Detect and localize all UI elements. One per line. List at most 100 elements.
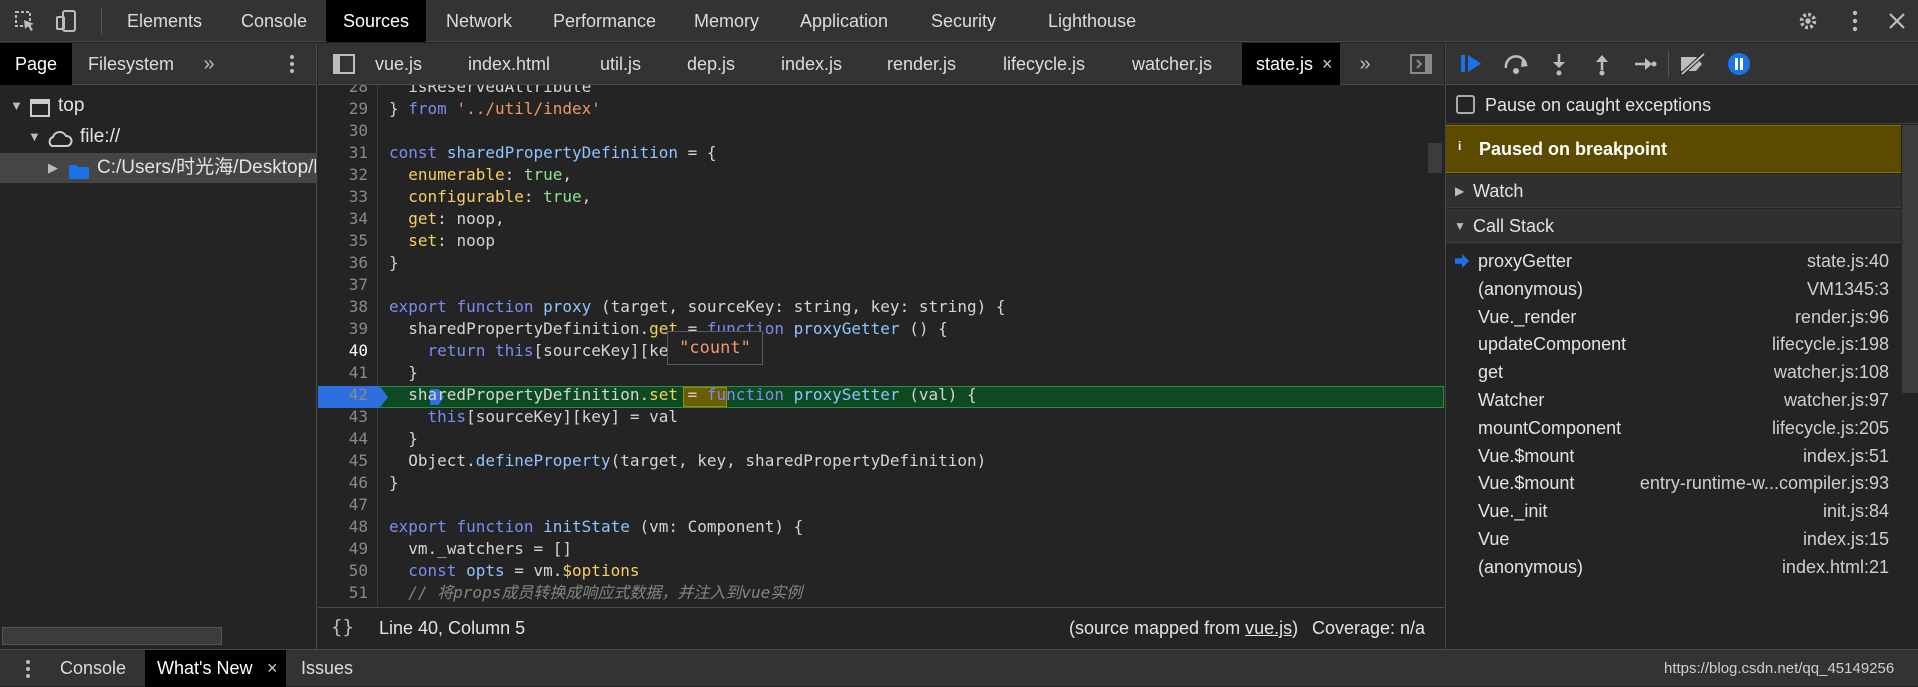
tab-sources[interactable]: Sources — [326, 0, 426, 42]
line-number[interactable]: 48 — [318, 516, 378, 538]
more-tabs-chevron-icon[interactable]: » — [1354, 53, 1376, 75]
tab-lighthouse[interactable]: Lighthouse — [1048, 0, 1136, 42]
line-number[interactable]: 50 — [318, 560, 378, 582]
tab-elements[interactable]: Elements — [127, 0, 202, 42]
line-number[interactable]: 39 — [318, 318, 378, 340]
code-line[interactable]: sharedPropertyDefinition.set = function … — [389, 384, 976, 406]
code-line[interactable]: set: noop — [389, 230, 495, 252]
code-line[interactable]: export function initState (vm: Component… — [389, 516, 803, 538]
toggle-debugger-icon[interactable] — [1408, 53, 1434, 75]
step-icon[interactable] — [1632, 51, 1658, 77]
tab-performance[interactable]: Performance — [553, 0, 656, 42]
source-mapped-link[interactable]: vue.js — [1245, 618, 1292, 638]
code-line[interactable]: } — [389, 362, 418, 384]
code-line[interactable]: // 将props成员转换成响应式数据，并注入到vue实例 — [389, 582, 802, 604]
collapse-arrow-icon[interactable]: ▶ — [48, 153, 58, 183]
pause-on-caught-row[interactable]: Pause on caught exceptions — [1446, 86, 1918, 124]
call-stack-section-header[interactable]: ▼ Call Stack — [1446, 209, 1901, 243]
tab-application[interactable]: Application — [800, 0, 888, 42]
line-number[interactable]: 29 — [318, 98, 378, 120]
line-number[interactable]: 46 — [318, 472, 378, 494]
code-line[interactable]: this[sourceKey][key] = val — [389, 406, 678, 428]
close-icon[interactable] — [1884, 8, 1910, 34]
file-tab[interactable]: watcher.js — [1132, 43, 1212, 85]
drawer-tab-console[interactable]: Console — [60, 650, 126, 687]
step-over-icon[interactable] — [1502, 51, 1532, 77]
horizontal-scrollbar[interactable] — [2, 627, 222, 645]
tree-item-file[interactable]: ▼ file:// — [0, 122, 316, 152]
code-line[interactable]: enumerable: true, — [389, 164, 572, 186]
expand-arrow-icon[interactable]: ▼ — [28, 122, 41, 152]
line-number[interactable]: 36 — [318, 252, 378, 274]
file-tab[interactable]: util.js — [600, 43, 641, 85]
pretty-print-icon[interactable]: {} — [331, 616, 354, 638]
toggle-navigator-icon[interactable] — [332, 53, 356, 75]
code-line[interactable]: const opts = vm.$options — [389, 560, 639, 582]
tab-console[interactable]: Console — [241, 0, 307, 42]
tab-security[interactable]: Security — [931, 0, 996, 42]
inspect-element-icon[interactable] — [10, 6, 40, 36]
line-number[interactable]: 42 — [318, 384, 378, 406]
drawer-tab-whats-new[interactable]: What's New × — [145, 650, 286, 687]
code-line[interactable]: export function proxy (target, sourceKey… — [389, 296, 1006, 318]
more-tabs-chevron-icon[interactable]: » — [198, 53, 220, 75]
line-number[interactable]: 40 — [318, 340, 378, 362]
code-line[interactable]: get: noop, — [389, 208, 504, 230]
vertical-scrollbar-thumb[interactable] — [1902, 125, 1918, 393]
code-line[interactable]: } from '../util/index' — [389, 98, 601, 120]
code-line[interactable]: configurable: true, — [389, 186, 591, 208]
line-number[interactable]: 45 — [318, 450, 378, 472]
pause-on-exceptions-icon[interactable] — [1726, 51, 1752, 77]
file-tab[interactable]: dep.js — [687, 43, 735, 85]
code-line[interactable]: isReservedAttribute — [389, 85, 591, 98]
resume-icon[interactable] — [1458, 51, 1486, 77]
call-frame[interactable]: (anonymous) index.html:21 — [1446, 550, 1901, 584]
pause-on-caught-checkbox[interactable] — [1456, 95, 1475, 114]
step-out-icon[interactable] — [1589, 51, 1615, 77]
code-line[interactable]: Object.defineProperty(target, key, share… — [389, 450, 986, 472]
step-into-icon[interactable] — [1546, 51, 1572, 77]
tab-page[interactable]: Page — [0, 43, 72, 85]
line-number[interactable]: 41 — [318, 362, 378, 384]
file-tab[interactable]: lifecycle.js — [1003, 43, 1085, 85]
file-tab[interactable]: index.js — [781, 43, 842, 85]
file-tab[interactable]: index.html — [468, 43, 550, 85]
line-number[interactable]: 49 — [318, 538, 378, 560]
close-tab-icon[interactable]: × — [1322, 43, 1333, 85]
line-number[interactable]: 38 — [318, 296, 378, 318]
line-number[interactable]: 33 — [318, 186, 378, 208]
code-line[interactable]: const sharedPropertyDefinition = { — [389, 142, 717, 164]
navigator-menu-icon[interactable] — [282, 53, 302, 75]
file-tab-active[interactable]: state.js × — [1242, 43, 1340, 85]
file-tab[interactable]: render.js — [887, 43, 956, 85]
line-number[interactable]: 37 — [318, 274, 378, 296]
tab-network[interactable]: Network — [446, 0, 512, 42]
line-number[interactable]: 43 — [318, 406, 378, 428]
tree-item-folder[interactable]: ▶ C:/Users/时光海/Desktop/l — [0, 153, 316, 183]
line-number[interactable]: 32 — [318, 164, 378, 186]
close-tab-icon[interactable]: × — [267, 650, 278, 687]
line-number[interactable]: 35 — [318, 230, 378, 252]
line-number[interactable]: 34 — [318, 208, 378, 230]
file-tab[interactable]: vue.js — [375, 43, 422, 85]
line-number[interactable]: 30 — [318, 120, 378, 142]
vertical-scrollbar-thumb[interactable] — [1428, 143, 1442, 173]
code-line[interactable]: vm._watchers = [] — [389, 538, 572, 560]
deactivate-breakpoints-icon[interactable] — [1678, 51, 1708, 77]
tab-memory[interactable]: Memory — [694, 0, 759, 42]
drawer-menu-icon[interactable] — [18, 656, 38, 682]
more-menu-icon[interactable] — [1842, 8, 1868, 34]
call-frame-location[interactable]: index.html:21 — [1782, 550, 1889, 584]
gear-icon[interactable] — [1795, 8, 1821, 34]
expand-arrow-icon[interactable]: ▼ — [10, 91, 23, 121]
code-line[interactable]: } — [389, 472, 399, 494]
tree-item-top[interactable]: ▼ top — [0, 91, 316, 121]
line-number[interactable]: 28 — [318, 85, 378, 98]
drawer-tab-issues[interactable]: Issues — [301, 650, 353, 687]
code-line[interactable]: } — [389, 428, 418, 450]
line-number[interactable]: 31 — [318, 142, 378, 164]
tab-filesystem[interactable]: Filesystem — [88, 43, 174, 85]
code-line[interactable]: return this[sourceKey][key] — [389, 340, 688, 362]
line-number[interactable]: 51 — [318, 582, 378, 604]
line-number[interactable]: 44 — [318, 428, 378, 450]
